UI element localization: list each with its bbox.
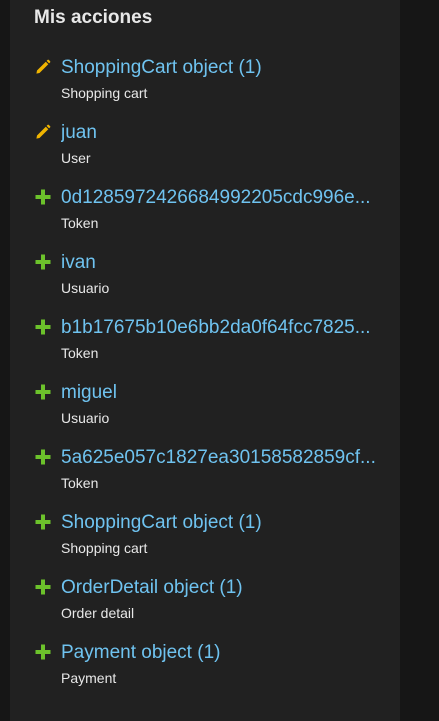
- plus-icon: [34, 643, 52, 661]
- action-link[interactable]: b1b17675b10e6bb2da0f64fcc7825...: [61, 316, 376, 340]
- action-content-type: Token: [61, 475, 99, 491]
- action-link[interactable]: OrderDetail object (1): [61, 576, 376, 600]
- recent-actions-module: Mis acciones ShoppingCart object (1) Shop…: [10, 0, 400, 721]
- plus-icon: [34, 188, 52, 206]
- action-link[interactable]: ShoppingCart object (1): [61, 56, 376, 80]
- action-content-type: Usuario: [61, 410, 110, 426]
- action-content-type: Order detail: [61, 605, 135, 621]
- action-content-type: Shopping cart: [61, 85, 148, 101]
- action-link[interactable]: juan: [61, 121, 376, 145]
- action-link[interactable]: ShoppingCart object (1): [61, 511, 376, 535]
- action-link[interactable]: miguel: [61, 381, 376, 405]
- plus-icon: [34, 383, 52, 401]
- action-item: 5a625e057c1827ea30158582859cf... Token: [10, 446, 400, 511]
- action-item: ShoppingCart object (1) Shopping cart: [10, 511, 400, 576]
- actions-list: ShoppingCart object (1) Shopping cart juan…: [10, 56, 400, 706]
- action-content-type: Usuario: [61, 280, 110, 296]
- action-item: ShoppingCart object (1) Shopping cart: [10, 56, 400, 121]
- action-link[interactable]: ivan: [61, 251, 376, 275]
- plus-icon: [34, 318, 52, 336]
- action-content-type: Shopping cart: [61, 540, 148, 556]
- plus-icon: [34, 253, 52, 271]
- module-title: Mis acciones: [34, 7, 153, 28]
- plus-icon: [34, 513, 52, 531]
- action-item: 0d1285972426684992205cdc996e... Token: [10, 186, 400, 251]
- action-link[interactable]: 0d1285972426684992205cdc996e...: [61, 186, 376, 210]
- action-link[interactable]: Payment object (1): [61, 641, 376, 665]
- action-item: b1b17675b10e6bb2da0f64fcc7825... Token: [10, 316, 400, 381]
- action-item: juan User: [10, 121, 400, 186]
- action-content-type: Payment: [61, 670, 117, 686]
- action-content-type: Token: [61, 215, 99, 231]
- action-link[interactable]: 5a625e057c1827ea30158582859cf...: [61, 446, 376, 470]
- action-item: OrderDetail object (1) Order detail: [10, 576, 400, 641]
- action-content-type: User: [61, 150, 91, 166]
- pencil-icon: [34, 58, 52, 76]
- action-item: ivan Usuario: [10, 251, 400, 316]
- pencil-icon: [34, 123, 52, 141]
- action-item: Payment object (1) Payment: [10, 641, 400, 706]
- plus-icon: [34, 448, 52, 466]
- action-item: miguel Usuario: [10, 381, 400, 446]
- action-content-type: Token: [61, 345, 99, 361]
- plus-icon: [34, 578, 52, 596]
